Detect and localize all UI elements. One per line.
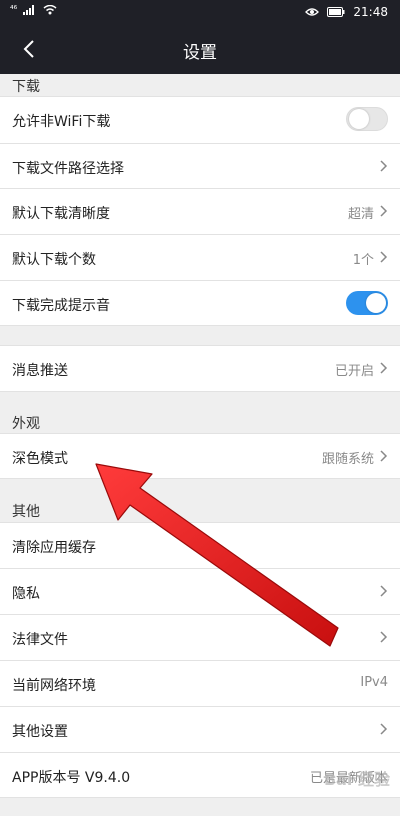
chevron-right-icon — [380, 205, 388, 217]
wifi-icon — [43, 5, 57, 15]
row-label: 下载文件路径选择 — [12, 161, 124, 177]
battery-icon — [327, 7, 345, 17]
network-type: ⁴⁶ — [10, 5, 18, 15]
row-dark-mode[interactable]: 深色模式 跟随系统 — [0, 433, 400, 479]
section-download-title: 下载 — [12, 79, 40, 95]
row-label: 下载完成提示音 — [12, 298, 110, 314]
section-appearance-title: 外观 — [12, 416, 40, 432]
row-label: 默认下载清晰度 — [12, 206, 110, 222]
toggle-knob — [366, 293, 386, 313]
row-download-path[interactable]: 下载文件路径选择 — [0, 143, 400, 188]
row-value: 跟随系统 — [321, 452, 374, 467]
row-value: 1个 — [352, 253, 374, 268]
section-other-title: 其他 — [12, 504, 40, 520]
row-default-count[interactable]: 默认下载个数 1个 — [0, 234, 400, 280]
row-label: 深色模式 — [12, 451, 68, 467]
row-other-settings[interactable]: 其他设置 — [0, 706, 400, 752]
page-title: 设置 — [183, 43, 217, 63]
chevron-right-icon — [380, 362, 388, 374]
clock: 21:48 — [353, 5, 388, 19]
row-label: 法律文件 — [12, 632, 68, 648]
row-value: IPv4 — [360, 675, 388, 690]
row-network-env: 当前网络环境 IPv4 — [0, 660, 400, 706]
title-bar: 设置 — [0, 26, 400, 74]
row-allow-non-wifi[interactable]: 允许非WiFi下载 — [0, 96, 400, 143]
row-default-quality[interactable]: 默认下载清晰度 超清 — [0, 188, 400, 234]
row-clear-cache[interactable]: 清除应用缓存 — [0, 522, 400, 568]
status-left: ⁴⁶ — [10, 5, 57, 15]
row-privacy[interactable]: 隐私 — [0, 568, 400, 614]
row-label: APP版本号 V9.4.0 — [12, 770, 131, 786]
row-label: 当前网络环境 — [12, 678, 96, 694]
chevron-right-icon — [380, 450, 388, 462]
row-label: 其他设置 — [12, 724, 68, 740]
row-value: 超清 — [347, 207, 374, 222]
status-right: 21:48 — [305, 5, 388, 19]
chevron-right-icon — [380, 160, 388, 172]
eye-icon — [305, 8, 320, 16]
watermark: Bai 经验 — [323, 770, 390, 789]
signal-icon — [23, 5, 35, 15]
row-label: 默认下载个数 — [12, 252, 96, 268]
chevron-right-icon — [380, 723, 388, 735]
download-sound-toggle[interactable] — [346, 291, 388, 315]
toggle-knob — [349, 109, 369, 129]
row-push[interactable]: 消息推送 已开启 — [0, 345, 400, 392]
allow-non-wifi-toggle[interactable] — [346, 107, 388, 131]
row-download-sound[interactable]: 下载完成提示音 — [0, 280, 400, 326]
row-label: 允许非WiFi下载 — [12, 114, 111, 130]
status-bar: ⁴⁶ 21:48 — [0, 0, 400, 26]
row-label: 消息推送 — [12, 363, 68, 379]
row-label: 清除应用缓存 — [12, 540, 96, 556]
row-legal[interactable]: 法律文件 — [0, 614, 400, 660]
row-value: 已开启 — [334, 364, 374, 379]
chevron-right-icon — [380, 631, 388, 643]
chevron-right-icon — [380, 585, 388, 597]
chevron-right-icon — [380, 251, 388, 263]
row-label: 隐私 — [12, 586, 40, 602]
